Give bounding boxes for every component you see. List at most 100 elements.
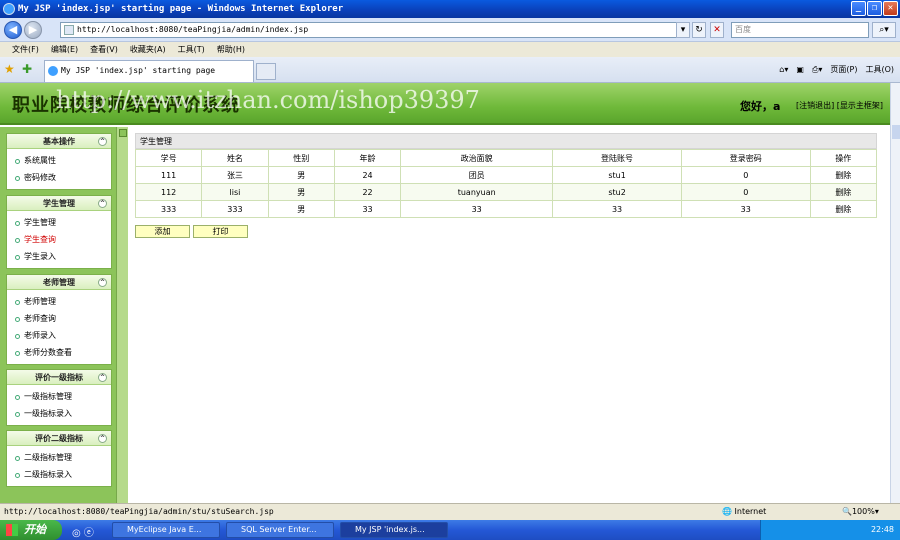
column-header: 性别 xyxy=(267,149,335,167)
column-header: 姓名 xyxy=(201,149,269,167)
sidebar-item-teacher-search[interactable]: 老师查询 xyxy=(7,310,111,327)
tab-current[interactable]: My JSP 'index.jsp' starting page xyxy=(44,60,254,82)
section-header[interactable]: 老师管理 ^ xyxy=(7,275,111,290)
task-ie[interactable]: My JSP 'index.js... xyxy=(340,522,448,538)
status-bar: http://localhost:8080/teaPingjia/admin/s… xyxy=(0,503,900,520)
table-row: 112 lisi 男 22 tuanyuan stu2 0 删除 xyxy=(134,183,878,201)
print-icon[interactable]: ⎙▾ xyxy=(812,63,822,77)
sidebar-item-change-password[interactable]: 密码修改 xyxy=(7,169,111,186)
sidebar-item-teacher-scores[interactable]: 老师分数查看 xyxy=(7,344,111,361)
windows-taskbar: 开始 ◎ ⓔ MyEclipse Java E... SQL Server En… xyxy=(0,520,900,540)
page-menu-button[interactable]: 页面(P) xyxy=(830,63,857,77)
sidebar-item-level2-manage[interactable]: 二级指标管理 xyxy=(7,449,111,466)
vertical-scrollbar[interactable] xyxy=(890,83,900,503)
tab-page-icon xyxy=(48,66,58,76)
sidebar-item-level1-manage[interactable]: 一级指标管理 xyxy=(7,388,111,405)
zoom-level[interactable]: 🔍100%▾ xyxy=(842,504,879,520)
ie-logo-icon xyxy=(3,3,15,15)
table-cell: lisi xyxy=(201,183,269,201)
section-title: 评价二级指标 xyxy=(35,434,83,443)
stop-button[interactable]: ✕ xyxy=(710,22,724,38)
security-zone: 🌐 Internet xyxy=(722,507,767,516)
collapse-icon[interactable]: ^ xyxy=(98,137,107,146)
refresh-button[interactable]: ↻ xyxy=(692,22,706,38)
sidebar-item-student-add[interactable]: 学生录入 xyxy=(7,248,111,265)
new-tab-button[interactable] xyxy=(256,63,276,80)
menu-edit[interactable]: 编辑(E) xyxy=(45,42,84,57)
back-button[interactable]: ◀ xyxy=(4,21,22,39)
status-url: http://localhost:8080/teaPingjia/admin/s… xyxy=(4,507,274,516)
section-header[interactable]: 评价一级指标 ^ xyxy=(7,370,111,385)
section-title: 基本操作 xyxy=(43,137,75,146)
tools-menu-button[interactable]: 工具(O) xyxy=(865,63,894,77)
menu-tools[interactable]: 工具(T) xyxy=(172,42,211,57)
add-favorite-icon[interactable]: ✚ xyxy=(22,63,32,75)
sidebar-item-teacher-manage[interactable]: 老师管理 xyxy=(7,293,111,310)
delete-link[interactable]: 删除 xyxy=(809,183,878,201)
menu-file[interactable]: 文件(F) xyxy=(6,42,45,57)
search-placeholder: 百度 xyxy=(735,25,751,34)
table-row: 111 张三 男 24 团员 stu1 0 删除 xyxy=(134,166,878,184)
sidebar-item-teacher-add[interactable]: 老师录入 xyxy=(7,327,111,344)
close-button[interactable]: ✕ xyxy=(883,1,898,16)
section-header[interactable]: 评价二级指标 ^ xyxy=(7,431,111,446)
section-header[interactable]: 学生管理 ^ xyxy=(7,196,111,211)
address-dropdown-button[interactable]: ▾ xyxy=(676,22,690,38)
forward-button[interactable]: ▶ xyxy=(24,21,42,39)
table-header-row: 学号 姓名 性别 年龄 政治面貌 登陆账号 登录密码 操作 xyxy=(134,149,878,167)
table-row: 333 333 男 33 33 33 33 删除 xyxy=(134,200,878,218)
address-toolbar: ◀ ▶ http://localhost:8080/teaPingjia/adm… xyxy=(0,18,900,42)
logout-link[interactable]: [注销退出] xyxy=(796,101,834,110)
table-cell: 33 xyxy=(680,200,811,218)
table-cell: 333 xyxy=(134,200,203,218)
minimize-button[interactable]: _ xyxy=(851,1,866,16)
sidebar-splitter[interactable] xyxy=(116,127,128,503)
table-cell: 22 xyxy=(333,183,402,201)
collapse-icon[interactable]: ^ xyxy=(98,199,107,208)
address-input[interactable]: http://localhost:8080/teaPingjia/admin/i… xyxy=(60,22,690,38)
table-cell: 33 xyxy=(400,200,554,218)
collapse-icon[interactable]: ^ xyxy=(98,434,107,443)
zone-label: Internet xyxy=(734,507,767,516)
collapse-icon[interactable]: ^ xyxy=(98,278,107,287)
show-main-frame-link[interactable]: [显示主框架] xyxy=(837,101,883,110)
sidebar: 基本操作 ^ 系统属性 密码修改 学生管理 ^ 学生管理 学生查询 学生录入 老… xyxy=(0,127,128,503)
search-button[interactable]: ⌕▾ xyxy=(872,22,896,38)
task-sqlserver[interactable]: SQL Server Enter... xyxy=(226,522,334,538)
sidebar-item-level1-add[interactable]: 一级指标录入 xyxy=(7,405,111,422)
search-input[interactable]: 百度 xyxy=(731,22,869,38)
task-myeclipse[interactable]: MyEclipse Java E... xyxy=(112,522,220,538)
collapse-sidebar-handle[interactable] xyxy=(119,129,127,137)
column-header: 登陆账号 xyxy=(552,149,682,167)
sidebar-item-level2-add[interactable]: 二级指标录入 xyxy=(7,466,111,483)
column-header: 操作 xyxy=(809,149,878,167)
sidebar-item-student-search[interactable]: 学生查询 xyxy=(7,231,111,248)
menu-help[interactable]: 帮助(H) xyxy=(211,42,251,57)
favorites-star-icon[interactable]: ★ xyxy=(4,63,15,75)
collapse-icon[interactable]: ^ xyxy=(98,373,107,382)
sidebar-section-teachers: 老师管理 ^ 老师管理 老师查询 老师录入 老师分数查看 xyxy=(6,274,112,365)
home-icon[interactable]: ⌂▾ xyxy=(779,63,788,77)
section-header[interactable]: 基本操作 ^ xyxy=(7,134,111,149)
print-button[interactable]: 打印 xyxy=(193,225,248,238)
sidebar-item-system-properties[interactable]: 系统属性 xyxy=(7,152,111,169)
delete-link[interactable]: 删除 xyxy=(809,200,878,218)
table-cell: 男 xyxy=(267,183,335,201)
maximize-button[interactable]: ❐ xyxy=(867,1,882,16)
start-button[interactable]: 开始 xyxy=(0,520,62,540)
add-button[interactable]: 添加 xyxy=(135,225,190,238)
feeds-icon[interactable]: ▣ xyxy=(796,63,804,77)
section-title: 学生管理 xyxy=(43,199,75,208)
scrollbar-thumb[interactable] xyxy=(892,125,900,139)
menu-favorites[interactable]: 收藏夹(A) xyxy=(124,42,172,57)
sidebar-section-level1: 评价一级指标 ^ 一级指标管理 一级指标录入 xyxy=(6,369,112,426)
window-titlebar: My JSP 'index.jsp' starting page - Windo… xyxy=(0,0,900,18)
delete-link[interactable]: 删除 xyxy=(809,166,878,184)
watermark-text: http://www.itzhan.com/ishop39397 xyxy=(56,86,480,114)
sidebar-item-student-manage[interactable]: 学生管理 xyxy=(7,214,111,231)
column-header: 学号 xyxy=(134,149,203,167)
quicklaunch-icons[interactable]: ◎ ⓔ xyxy=(72,524,94,539)
menu-view[interactable]: 查看(V) xyxy=(84,42,124,57)
table-cell: 团员 xyxy=(400,166,554,184)
page-icon xyxy=(64,25,74,35)
